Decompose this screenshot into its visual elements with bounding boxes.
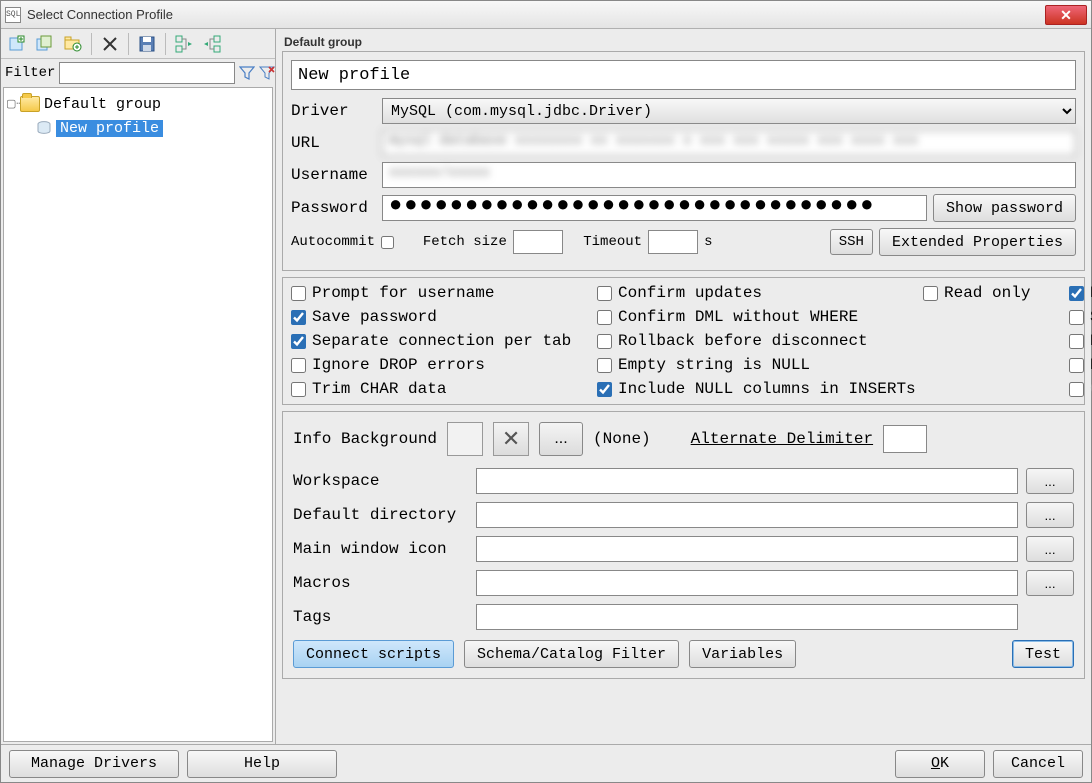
trim-char-check[interactable]: Trim CHAR data	[291, 380, 591, 398]
ssh-button[interactable]: SSH	[830, 229, 873, 255]
filter-label: Filter	[5, 65, 55, 81]
save-password-check[interactable]: Save password	[291, 308, 591, 326]
tree-profile-row[interactable]: New profile	[36, 116, 270, 140]
toolbar	[1, 29, 275, 59]
delete-icon[interactable]	[98, 32, 122, 56]
separate-conn-check[interactable]: Separate connection per tab	[291, 332, 591, 350]
hide-warnings-check[interactable]: Hide warnings	[1069, 356, 1092, 374]
extra-panel: Info Background ✕ ... (None) Alternate D…	[282, 411, 1085, 679]
url-label: URL	[291, 134, 376, 152]
connect-scripts-button[interactable]: Connect scripts	[293, 640, 454, 668]
close-button[interactable]: ✕	[1045, 5, 1087, 25]
macros-input[interactable]	[476, 570, 1018, 596]
url-input[interactable]: mysql database xxxxxxxx xx xxxxxxx x xxx…	[382, 130, 1076, 156]
password-input[interactable]: ●●●●●●●●●●●●●●●●●●●●●●●●●●●●●●●●	[382, 195, 927, 221]
options-grid: Prompt for username Confirm updates Read…	[282, 277, 1085, 405]
workspace-browse[interactable]: ...	[1026, 468, 1074, 494]
connection-fieldset: Driver MySQL (com.mysql.jdbc.Driver) URL…	[282, 51, 1085, 271]
filter-icon[interactable]	[239, 64, 255, 82]
fetch-label: Fetch size	[423, 234, 507, 250]
username-label: Username	[291, 166, 376, 184]
none-label: (None)	[593, 430, 651, 448]
clear-filter-icon[interactable]	[259, 64, 275, 82]
tree-expand-icon[interactable]	[172, 32, 196, 56]
folder-icon	[20, 96, 40, 112]
empty-null-check[interactable]: Empty string is NULL	[597, 356, 917, 374]
test-button[interactable]: Test	[1012, 640, 1074, 668]
remember-check[interactable]: Remember D...	[1069, 284, 1092, 302]
profile-tree[interactable]: ▢┄ Default group New profile	[3, 87, 273, 742]
username-input[interactable]: xxxxxx/xxxxx	[382, 162, 1076, 188]
defaultdir-browse[interactable]: ...	[1026, 502, 1074, 528]
confirm-updates-check[interactable]: Confirm updates	[597, 284, 917, 302]
show-password-button[interactable]: Show password	[933, 194, 1076, 222]
prompt-username-check[interactable]: Prompt for username	[291, 284, 591, 302]
app-icon: SQL	[5, 7, 21, 23]
timeout-input[interactable]	[648, 230, 698, 254]
manage-drivers-button[interactable]: Manage Drivers	[9, 750, 179, 778]
autocommit-label: Autocommit	[291, 234, 375, 250]
clear-color-button[interactable]: ✕	[493, 422, 529, 456]
tags-label: Tags	[293, 608, 468, 626]
include-null-check[interactable]: Include NULL columns in INSERTs	[597, 380, 917, 398]
ignore-drop-check[interactable]: Ignore DROP errors	[291, 356, 591, 374]
mainicon-browse[interactable]: ...	[1026, 536, 1074, 562]
driver-select[interactable]: MySQL (com.mysql.jdbc.Driver)	[382, 98, 1076, 124]
filter-row: Filter	[1, 59, 275, 87]
timeout-unit: s	[704, 234, 712, 250]
autocommit-checkbox[interactable]	[381, 236, 394, 249]
new-profile-icon[interactable]	[5, 32, 29, 56]
macros-label: Macros	[293, 574, 468, 592]
tree-profile-label: New profile	[56, 120, 163, 137]
save-icon[interactable]	[135, 32, 159, 56]
check-for-check[interactable]: Check for ...	[1069, 380, 1092, 398]
workspace-input[interactable]	[476, 468, 1018, 494]
workspace-label: Workspace	[293, 472, 468, 490]
remove-com-check[interactable]: Remove com...	[1069, 332, 1092, 350]
collapse-icon[interactable]: ▢┄	[6, 97, 20, 111]
alt-delimiter-link[interactable]: Alternate Delimiter	[691, 430, 873, 448]
fetch-input[interactable]	[513, 230, 563, 254]
confirm-dml-check[interactable]: Confirm DML without WHERE	[597, 308, 917, 326]
new-folder-icon[interactable]	[61, 32, 85, 56]
driver-label: Driver	[291, 102, 376, 120]
ok-button[interactable]: OK	[895, 750, 985, 778]
alt-delimiter-input[interactable]	[883, 425, 927, 453]
cancel-button[interactable]: Cancel	[993, 750, 1083, 778]
help-button[interactable]: Help	[187, 750, 337, 778]
password-label: Password	[291, 199, 376, 217]
read-only-check[interactable]: Read only	[923, 284, 1063, 302]
variables-button[interactable]: Variables	[689, 640, 796, 668]
database-icon	[36, 121, 52, 135]
tree-group-row[interactable]: ▢┄ Default group	[6, 92, 270, 116]
copy-profile-icon[interactable]	[33, 32, 57, 56]
macros-browse[interactable]: ...	[1026, 570, 1074, 596]
window-title: Select Connection Profile	[27, 7, 1045, 22]
tree-group-label: Default group	[44, 96, 161, 113]
pick-color-button[interactable]: ...	[539, 422, 583, 456]
schema-filter-button[interactable]: Schema/Catalog Filter	[464, 640, 679, 668]
profile-name-input[interactable]	[291, 60, 1076, 90]
tags-input[interactable]	[476, 604, 1018, 630]
extended-properties-button[interactable]: Extended Properties	[879, 228, 1076, 256]
left-pane: Filter ▢┄ Default group New profile	[1, 29, 276, 744]
tree-collapse-icon[interactable]	[200, 32, 224, 56]
timeout-label: Timeout	[583, 234, 642, 250]
right-pane: Default group Driver MySQL (com.mysql.jd…	[276, 29, 1091, 744]
defaultdir-input[interactable]	[476, 502, 1018, 528]
group-header: Default group	[276, 29, 1091, 51]
title-bar: SQL Select Connection Profile ✕	[1, 1, 1091, 29]
footer: Manage Drivers Help OK Cancel	[1, 744, 1091, 782]
defaultdir-label: Default directory	[293, 506, 468, 524]
filter-input[interactable]	[59, 62, 235, 84]
rollback-check[interactable]: Rollback before disconnect	[597, 332, 917, 350]
info-bg-label: Info Background	[293, 430, 437, 448]
mainicon-label: Main window icon	[293, 540, 468, 558]
store-comp-check[interactable]: Store comp...	[1069, 308, 1092, 326]
mainicon-input[interactable]	[476, 536, 1018, 562]
info-bg-swatch[interactable]	[447, 422, 483, 456]
